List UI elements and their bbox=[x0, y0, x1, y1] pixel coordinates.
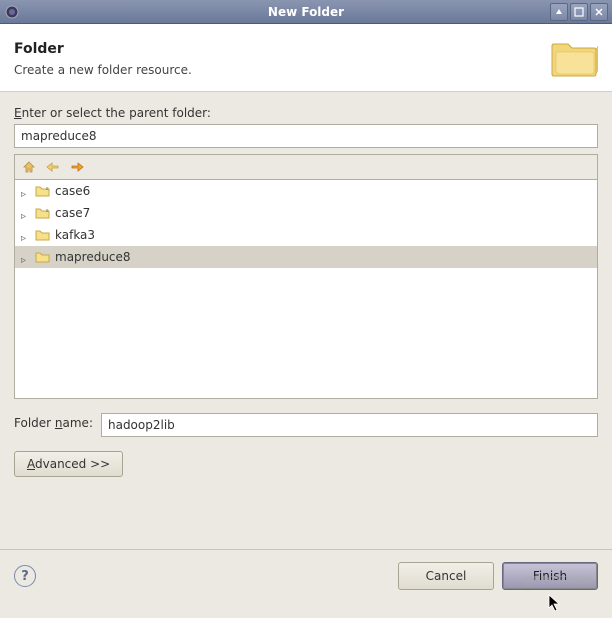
expand-icon[interactable] bbox=[21, 186, 31, 196]
header-subtitle: Create a new folder resource. bbox=[14, 63, 192, 77]
project-folder-icon: s bbox=[35, 184, 51, 198]
advanced-button[interactable]: Advanced >> bbox=[14, 451, 123, 477]
watermark: @51CTO博客 bbox=[522, 572, 592, 588]
titlebar: New Folder bbox=[0, 0, 612, 24]
folder-name-label: Folder name: bbox=[14, 416, 93, 430]
back-arrow-icon[interactable] bbox=[45, 159, 61, 175]
tree-item[interactable]: kafka3 bbox=[15, 224, 597, 246]
expand-icon[interactable] bbox=[21, 252, 31, 262]
tree-item[interactable]: mapreduce8 bbox=[15, 246, 597, 268]
dialog-header: Folder Create a new folder resource. bbox=[0, 24, 612, 92]
tree-item-label: case7 bbox=[55, 206, 90, 220]
project-folder-icon bbox=[35, 250, 51, 264]
svg-text:s: s bbox=[46, 186, 49, 192]
folder-icon bbox=[550, 36, 598, 81]
tree-toolbar bbox=[14, 154, 598, 179]
project-folder-icon bbox=[35, 228, 51, 242]
tree-item[interactable]: s case6 bbox=[15, 180, 597, 202]
forward-arrow-icon[interactable] bbox=[69, 159, 85, 175]
parent-folder-input[interactable] bbox=[14, 124, 598, 148]
expand-icon[interactable] bbox=[21, 230, 31, 240]
parent-folder-label: Enter or select the parent folder: bbox=[14, 106, 598, 120]
tree-item-label: mapreduce8 bbox=[55, 250, 131, 264]
expand-icon[interactable] bbox=[21, 208, 31, 218]
header-title: Folder bbox=[14, 41, 192, 57]
cancel-button[interactable]: Cancel bbox=[398, 562, 494, 590]
tree-item-label: kafka3 bbox=[55, 228, 95, 242]
rollup-button[interactable] bbox=[550, 3, 568, 21]
tree-item[interactable]: s case7 bbox=[15, 202, 597, 224]
project-folder-icon: s bbox=[35, 206, 51, 220]
close-button[interactable] bbox=[590, 3, 608, 21]
window-title: New Folder bbox=[268, 5, 344, 19]
maximize-button[interactable] bbox=[570, 3, 588, 21]
home-icon[interactable] bbox=[21, 159, 37, 175]
tree-item-label: case6 bbox=[55, 184, 90, 198]
app-icon bbox=[4, 4, 20, 20]
help-button[interactable]: ? bbox=[14, 565, 36, 587]
svg-text:s: s bbox=[46, 208, 49, 214]
folder-name-input[interactable] bbox=[101, 413, 598, 437]
folder-tree[interactable]: s case6 s case7 kafka3 mapreduce8 bbox=[14, 179, 598, 399]
